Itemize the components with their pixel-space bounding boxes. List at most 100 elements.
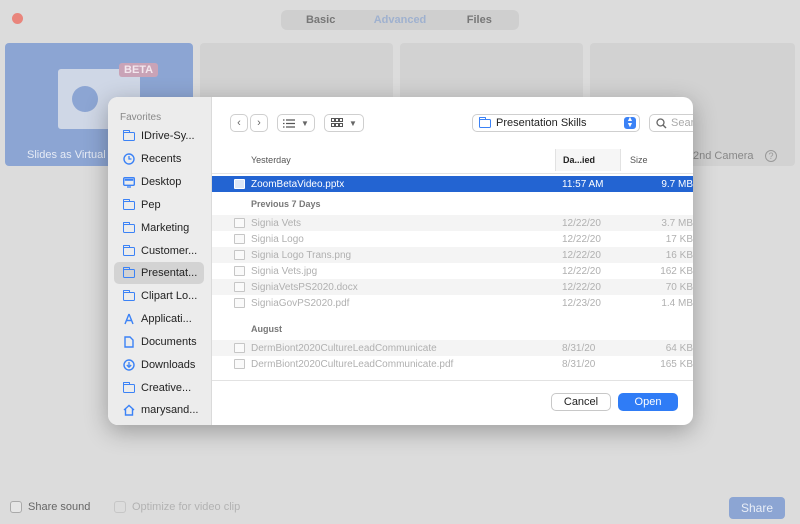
- search-field[interactable]: [649, 114, 693, 132]
- file-open-dialog: Favorites IDrive-Sy... Recents Desktop P…: [108, 97, 693, 425]
- file-date: 11:57 AM: [562, 178, 604, 190]
- forward-button[interactable]: ›: [250, 114, 268, 132]
- sidebar-item-downloads[interactable]: Downloads: [114, 354, 204, 376]
- file-row[interactable]: ZoomBetaVideo.pptx 11:57 AM 9.7 MB: [212, 176, 693, 192]
- folder-icon: [122, 129, 135, 143]
- close-window-icon[interactable]: [12, 13, 23, 24]
- file-size: 9.7 MB: [661, 178, 693, 190]
- file-size: 17 KB: [665, 233, 693, 245]
- chevron-right-icon: ›: [257, 117, 261, 129]
- open-button[interactable]: Open: [618, 393, 678, 411]
- optimize-video-label: Optimize for video clip: [132, 501, 241, 513]
- tab-advanced[interactable]: Advanced: [360, 14, 439, 26]
- file-date: 8/31/20: [562, 342, 596, 354]
- sidebar-item-label: Documents: [141, 336, 197, 348]
- file-date: 12/22/20: [562, 217, 601, 229]
- sidebar-item-label: Downloads: [141, 359, 196, 371]
- applications-icon: [122, 313, 135, 326]
- file-row[interactable]: DermBiont2020CultureLeadCommunicate 8/31…: [212, 340, 693, 356]
- document-file-icon: [234, 282, 245, 292]
- file-date: 8/31/20: [562, 358, 596, 370]
- sidebar-item-clipart[interactable]: Clipart Lo...: [114, 285, 204, 307]
- file-name: SigniaGovPS2020.pdf: [251, 297, 350, 309]
- file-row[interactable]: Signia Vets 12/22/20 3.7 MB: [212, 215, 693, 231]
- sidebar-section-favorites: Favorites: [120, 112, 162, 123]
- sidebar-item-recents[interactable]: Recents: [114, 148, 204, 170]
- sidebar-item-label: Recents: [141, 153, 182, 165]
- column-header-name[interactable]: Yesterday: [251, 155, 291, 173]
- search-input[interactable]: [671, 117, 693, 129]
- file-size: 64 KB: [665, 342, 693, 354]
- dialog-toolbar: ‹ › ▼ ▼ Presentation Skills ▲ ▼: [212, 97, 693, 147]
- sidebar-item-marketing[interactable]: Marketing: [114, 217, 204, 239]
- search-icon: [656, 117, 667, 128]
- list-view-icon: [283, 118, 296, 128]
- file-row[interactable]: DermBiont2020CultureLeadCommunicate.pdf …: [212, 356, 693, 372]
- file-name: DermBiont2020CultureLeadCommunicate: [251, 342, 437, 354]
- sidebar-item-pep[interactable]: Pep: [114, 194, 204, 216]
- file-name: Signia Logo: [251, 233, 304, 245]
- grid-view-icon: [331, 118, 344, 127]
- clock-icon: [122, 153, 135, 166]
- pdf-file-icon: [234, 359, 245, 369]
- second-camera-caption: 2nd Camera: [693, 150, 754, 162]
- share-mode-tabs: Basic Advanced Files: [281, 10, 519, 30]
- sidebar-item-label: Presentat...: [141, 267, 198, 279]
- sidebar-item-label: marysand...: [141, 404, 199, 416]
- file-list: Yesterday Da...ied Size ZoomBetaVideo.pp…: [212, 147, 693, 380]
- group-header: Previous 7 Days: [251, 199, 321, 209]
- back-button[interactable]: ‹: [230, 114, 248, 132]
- file-row[interactable]: SigniaGovPS2020.pdf 12/23/20 1.4 MB: [212, 295, 693, 311]
- sidebar-item-label: IDrive-Sy...: [141, 130, 195, 142]
- share-sound-checkbox[interactable]: [10, 501, 22, 513]
- sidebar-item-applications[interactable]: Applicati...: [114, 308, 204, 330]
- pdf-file-icon: [234, 298, 245, 308]
- list-view-button[interactable]: ▼: [277, 114, 315, 132]
- pie-chart-icon: [72, 86, 98, 112]
- chevron-down-icon: ▼: [301, 118, 309, 128]
- chevron-left-icon: ‹: [237, 117, 241, 129]
- sidebar-item-presentation-skills[interactable]: Presentat...: [114, 262, 204, 284]
- file-icon: [234, 234, 245, 244]
- image-file-icon: [234, 250, 245, 260]
- optimize-video-option[interactable]: Optimize for video clip: [114, 501, 240, 513]
- image-file-icon: [234, 266, 245, 276]
- download-icon: [122, 359, 135, 372]
- file-row[interactable]: SigniaVetsPS2020.docx 12/22/20 70 KB: [212, 279, 693, 295]
- file-size: 162 KB: [660, 265, 693, 277]
- sidebar-item-label: Creative...: [141, 382, 192, 394]
- file-row[interactable]: Signia Logo 12/22/20 17 KB: [212, 231, 693, 247]
- sidebar-item-documents[interactable]: Documents: [114, 331, 204, 353]
- location-label: Presentation Skills: [496, 117, 587, 129]
- file-row[interactable]: Signia Logo Trans.png 12/22/20 16 KB: [212, 247, 693, 263]
- folder-icon: [122, 221, 135, 235]
- folder-icon: [122, 266, 135, 280]
- help-icon[interactable]: ?: [765, 150, 777, 162]
- file-size: 16 KB: [665, 249, 693, 261]
- group-view-button[interactable]: ▼: [324, 114, 364, 132]
- column-header-size[interactable]: Size: [630, 155, 648, 173]
- sidebar-item-home[interactable]: marysand...: [114, 399, 204, 421]
- share-button[interactable]: Share: [729, 497, 785, 519]
- desktop-icon: [122, 176, 135, 189]
- sidebar-item-label: Customer...: [141, 245, 198, 257]
- file-icon: [234, 218, 245, 228]
- sidebar-item-desktop[interactable]: Desktop: [114, 171, 204, 193]
- location-popup[interactable]: Presentation Skills ▲ ▼: [472, 114, 640, 132]
- sidebar-item-label: Applicati...: [141, 313, 192, 325]
- column-header-date[interactable]: Da...ied: [555, 149, 621, 171]
- sidebar-item-idrive[interactable]: IDrive-Sy...: [114, 125, 204, 147]
- dialog-footer: Cancel Open: [212, 380, 693, 425]
- sidebar-item-customer[interactable]: Customer...: [114, 240, 204, 262]
- file-size: 165 KB: [660, 358, 693, 370]
- file-row[interactable]: Signia Vets.jpg 12/22/20 162 KB: [212, 263, 693, 279]
- file-name: SigniaVetsPS2020.docx: [251, 281, 358, 293]
- sidebar-item-creative[interactable]: Creative...: [114, 377, 204, 399]
- sidebar-item-label: Marketing: [141, 222, 190, 234]
- cancel-button[interactable]: Cancel: [551, 393, 611, 411]
- popup-stepper-icon: ▲ ▼: [624, 116, 636, 129]
- tab-files[interactable]: Files: [440, 14, 519, 26]
- optimize-video-checkbox[interactable]: [114, 501, 126, 513]
- tab-basic[interactable]: Basic: [281, 14, 360, 26]
- share-sound-option[interactable]: Share sound: [10, 501, 90, 513]
